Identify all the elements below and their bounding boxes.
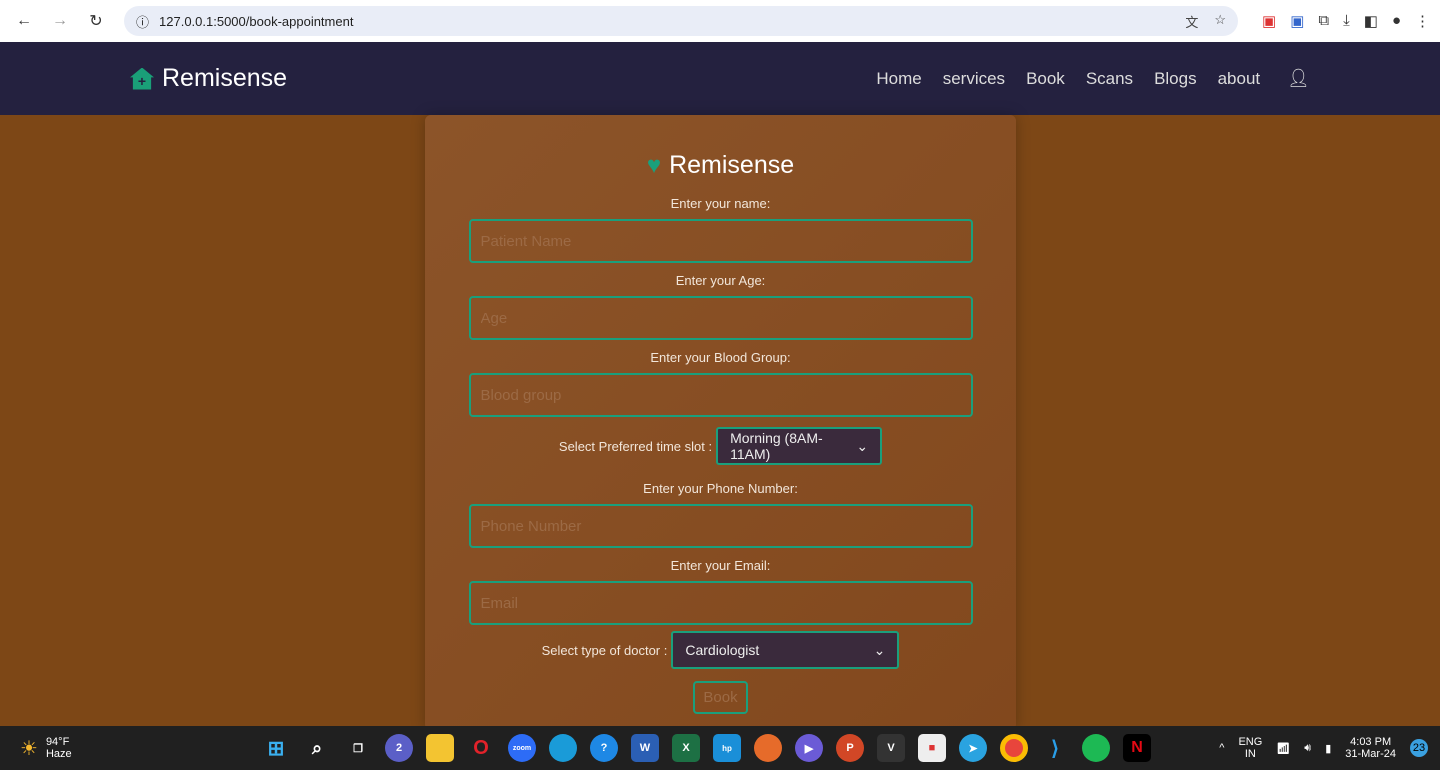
nav-home[interactable]: Home <box>876 69 921 89</box>
extension-icon[interactable]: ▣ <box>1290 12 1304 30</box>
language-indicator[interactable]: ENG IN <box>1238 736 1262 760</box>
navbar-logo[interactable]: + Remisense <box>130 64 287 93</box>
opera-icon[interactable]: O <box>467 734 495 762</box>
wifi-icon[interactable]: 📶︎ <box>1276 742 1290 755</box>
store-icon[interactable]: ■ <box>918 734 946 762</box>
spotify-icon[interactable] <box>1082 734 1110 762</box>
address-bar[interactable]: ⓘ 127.0.0.1:5000/book-appointment 文 ☆ <box>124 6 1239 36</box>
region-code: IN <box>1244 748 1256 760</box>
appointment-form: ♥Remisense Enter your name: Enter your A… <box>425 115 1016 730</box>
name-label: Enter your name: <box>670 196 771 211</box>
vscode-icon[interactable]: ⟩ <box>1041 734 1069 762</box>
edge-icon[interactable] <box>549 734 577 762</box>
blood-group-input[interactable] <box>468 373 973 417</box>
download-icon[interactable]: ⤓ <box>1343 12 1350 30</box>
email-input[interactable] <box>468 581 973 625</box>
netflix-icon[interactable]: N <box>1123 734 1151 762</box>
help-icon[interactable]: ? <box>590 734 618 762</box>
browser-toolbar: ← → ↻ ⓘ 127.0.0.1:5000/book-appointment … <box>0 0 1440 42</box>
nav-services[interactable]: services <box>943 69 1005 89</box>
weather-haze-icon: ☀ <box>20 737 38 760</box>
battery-icon[interactable]: ▮ <box>1325 742 1331 755</box>
profile-avatar[interactable]: ● <box>1392 12 1401 30</box>
brand-name: Remisense <box>162 64 288 92</box>
extension-icon[interactable]: ▣ <box>1262 12 1276 30</box>
lang-code: ENG <box>1238 736 1263 748</box>
time: 4:03 PM <box>1350 736 1392 748</box>
time-slot-value: Morning (8AM-11AM) <box>730 430 823 462</box>
patient-name-input[interactable] <box>468 219 973 263</box>
media-player-icon[interactable]: ▶ <box>795 734 823 762</box>
menu-kebab-icon[interactable]: ⋮ <box>1415 12 1430 30</box>
navbar: + Remisense Home services Book Scans Blo… <box>0 42 1440 115</box>
translate-icon[interactable]: 文 <box>1185 12 1198 31</box>
nav-about[interactable]: about <box>1218 69 1261 89</box>
notification-badge[interactable]: 23 <box>1410 739 1428 757</box>
nav-scans[interactable]: Scans <box>1086 69 1133 89</box>
doctor-type-value: Cardiologist <box>685 642 760 658</box>
extensions-puzzle-icon[interactable]: ⧉ <box>1318 12 1329 30</box>
age-label: Enter your Age: <box>675 273 766 288</box>
date: 31-Mar-24 <box>1345 748 1396 760</box>
book-button[interactable]: Book <box>693 681 748 714</box>
weather-widget[interactable]: ☀ 94°F Haze <box>0 736 72 761</box>
temperature: 94°F <box>45 736 70 748</box>
house-plus-icon: + <box>130 67 154 90</box>
teams-badge: 2 <box>395 742 403 754</box>
age-input[interactable] <box>468 296 973 340</box>
firefox-icon[interactable] <box>754 734 782 762</box>
zoom-icon[interactable]: zoom <box>508 734 536 762</box>
weather-condition: Haze <box>45 748 72 760</box>
teams-icon[interactable]: 2 <box>385 734 413 762</box>
volume-icon[interactable]: 🔊︎ <box>1304 742 1311 755</box>
back-icon[interactable]: ← <box>10 7 38 35</box>
email-label: Enter your Email: <box>670 558 771 573</box>
doctor-type-label: Select type of doctor : <box>541 642 668 658</box>
chevron-down-icon: ⌄ <box>856 437 869 454</box>
bookmark-star-icon[interactable]: ☆ <box>1214 12 1226 31</box>
taskbar: ☀ 94°F Haze ⊞ ⌕ ❐ 2 O zoom ? W X hp ▶ P V… <box>0 726 1440 770</box>
forward-icon[interactable]: → <box>46 7 74 35</box>
telegram-icon[interactable]: ➤ <box>959 734 987 762</box>
site-info-icon[interactable]: ⓘ <box>136 12 149 31</box>
nav-book[interactable]: Book <box>1026 69 1065 89</box>
chevron-down-icon: ⌄ <box>873 641 886 658</box>
excel-icon[interactable]: X <box>672 734 700 762</box>
time-slot-label: Select Preferred time slot : <box>558 438 713 454</box>
phone-input[interactable] <box>468 504 973 548</box>
clock[interactable]: 4:03 PM 31-Mar-24 <box>1345 736 1396 760</box>
doctor-type-select[interactable]: Cardiologist ⌄ <box>671 631 900 669</box>
phone-label: Enter your Phone Number: <box>643 481 798 496</box>
form-brand: Remisense <box>669 151 795 179</box>
hp-icon[interactable]: hp <box>713 734 741 762</box>
windows-start-icon[interactable]: ⊞ <box>262 734 290 762</box>
search-icon[interactable]: ⌕ <box>303 734 331 762</box>
reload-icon[interactable]: ↻ <box>82 7 110 35</box>
heart-pulse-icon: ♥ <box>646 151 662 179</box>
file-explorer-icon[interactable] <box>426 734 454 762</box>
nav-blogs[interactable]: Blogs <box>1154 69 1197 89</box>
task-view-icon[interactable]: ❐ <box>344 734 372 762</box>
time-slot-select[interactable]: Morning (8AM-11AM) ⌄ <box>716 427 883 465</box>
chevron-up-icon[interactable]: ^ <box>1219 742 1224 754</box>
url-text: 127.0.0.1:5000/book-appointment <box>159 13 354 29</box>
side-panel-icon[interactable]: ◧ <box>1364 12 1378 30</box>
powerpoint-icon[interactable]: P <box>836 734 864 762</box>
app-icon[interactable]: V <box>877 734 905 762</box>
chrome-icon[interactable] <box>1000 734 1028 762</box>
blood-group-label: Enter your Blood Group: <box>650 350 791 365</box>
user-icon[interactable]: 👤︎ <box>1287 68 1310 89</box>
word-icon[interactable]: W <box>631 734 659 762</box>
